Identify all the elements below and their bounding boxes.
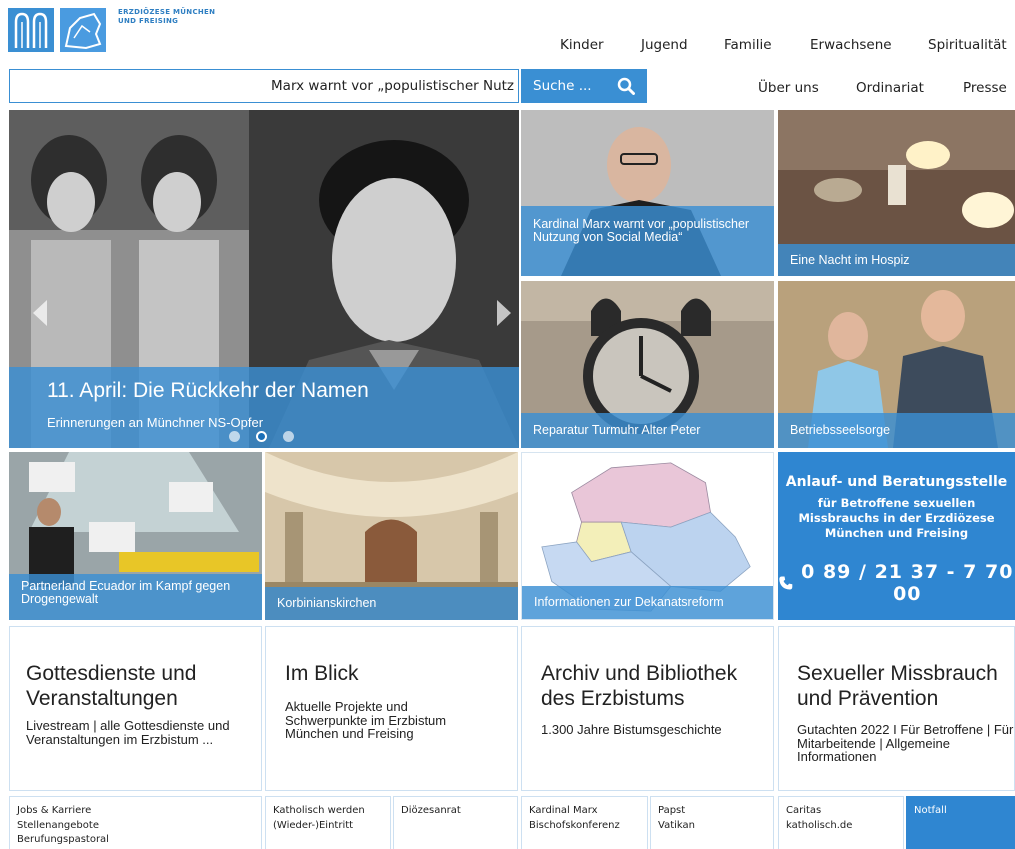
logo-line-1: ERZDIÖZESE MÜNCHEN <box>118 8 216 16</box>
slider-dots <box>229 431 294 442</box>
tile-korbinianskirchen-caption[interactable]: Korbinianskirchen <box>265 587 518 620</box>
links-kardinal: Kardinal Marx Bischofskonferenz <box>521 796 648 849</box>
box-im-blick-text: Aktuelle Projekte und Schwerpunkte im Er… <box>285 699 447 741</box>
tile-korbinianskirchen[interactable]: Korbinianskirchen <box>265 452 518 620</box>
hotline-phone[interactable]: 0 89 / 21 37 - 7 70 00 <box>778 561 1015 605</box>
tile-turmuhr[interactable]: Reparatur Turmuhr Alter Peter <box>521 281 774 448</box>
box-missbrauch[interactable]: Sexueller Missbrauch und Prävention Guta… <box>778 626 1015 791</box>
tile-dekanatsreform[interactable]: Informationen zur Dekanatsreform <box>521 452 774 620</box>
links-papst: Papst Vatikan <box>650 796 774 849</box>
links-katholisch-werden: Katholisch werden (Wieder-)Eintritt <box>265 796 391 849</box>
hero-subtitle[interactable]: Erinnerungen an Münchner NS-Opfer <box>47 415 263 430</box>
tile-marx-caption[interactable]: Kardinal Marx warnt vor „populistischer … <box>521 206 774 276</box>
search-icon[interactable] <box>617 77 635 95</box>
tile-hospiz-caption[interactable]: Eine Nacht im Hospiz <box>778 244 1015 276</box>
box-archiv-text: 1.300 Jahre Bistumsgeschichte <box>541 722 722 737</box>
tile-ecuador[interactable]: Partnerland Ecuador im Kampf gegen Droge… <box>9 452 262 620</box>
links-dioezesanrat: Diözesanrat <box>393 796 518 849</box>
nav-familie[interactable]: Familie <box>724 37 772 53</box>
map-logo-icon <box>60 8 106 52</box>
tile-dekanatsreform-caption[interactable]: Informationen zur Dekanatsreform <box>522 586 773 619</box>
link-berufungspastoral[interactable]: Berufungspastoral <box>17 833 261 848</box>
slider-dot-1[interactable] <box>229 431 240 442</box>
hotline-line-2: Missbrauchs in der Erzdiözese <box>798 511 995 525</box>
nav-spiritualitaet[interactable]: Spiritualität <box>928 37 1007 53</box>
nav-kinder[interactable]: Kinder <box>560 37 604 53</box>
tile-ecuador-caption[interactable]: Partnerland Ecuador im Kampf gegen Droge… <box>9 574 262 620</box>
phone-icon <box>779 576 793 590</box>
link-bischofskonferenz[interactable]: Bischofskonferenz <box>529 819 647 834</box>
tile-betriebsseelsorge-caption[interactable]: Betriebsseelsorge <box>778 413 1015 448</box>
hero-caption[interactable]: 11. April: Die Rückkehr der Namen Erinne… <box>9 367 519 448</box>
slider-prev-arrow-icon[interactable] <box>33 300 47 326</box>
box-gottesdienste-text: Livestream | alle Gottesdienste und Vera… <box>26 718 230 747</box>
news-ticker[interactable]: Marx warnt vor „populistischer Nutz <box>9 69 519 103</box>
cathedral-logo-icon <box>8 8 54 52</box>
slider-dot-3[interactable] <box>283 431 294 442</box>
logo-line-2: UND FREISING <box>118 17 179 25</box>
link-stellenangebote[interactable]: Stellenangebote <box>17 819 261 834</box>
box-missbrauch-title[interactable]: Sexueller Missbrauch und Prävention <box>797 661 1014 711</box>
box-archiv-title[interactable]: Archiv und Bibliothek des Erzbistums <box>541 661 773 711</box>
link-notfall[interactable]: Notfall <box>914 804 1014 819</box>
box-im-blick-title[interactable]: Im Blick <box>285 661 517 686</box>
link-jobs-karriere[interactable]: Jobs & Karriere <box>17 804 261 819</box>
link-dioezesanrat[interactable]: Diözesanrat <box>401 804 517 819</box>
hotline-box[interactable]: Anlauf- und Beratungsstelle für Betroffe… <box>778 452 1015 620</box>
links-caritas: Caritas katholisch.de <box>778 796 904 849</box>
tile-betriebsseelsorge[interactable]: Betriebsseelsorge <box>778 281 1015 448</box>
link-vatikan[interactable]: Vatikan <box>658 819 773 834</box>
link-caritas[interactable]: Caritas <box>786 804 903 819</box>
nav-presse[interactable]: Presse <box>963 80 1007 96</box>
slider-dot-2[interactable] <box>256 431 267 442</box>
box-archiv[interactable]: Archiv und Bibliothek des Erzbistums 1.3… <box>521 626 774 791</box>
tile-marx[interactable]: Kardinal Marx warnt vor „populistischer … <box>521 110 774 276</box>
box-im-blick[interactable]: Im Blick Aktuelle Projekte und Schwerpun… <box>265 626 518 791</box>
hotline-phone-number[interactable]: 0 89 / 21 37 - 7 70 00 <box>800 561 1015 605</box>
ticker-text[interactable]: Marx warnt vor „populistischer Nutz <box>271 78 514 94</box>
hotline-line-3: München und Freising <box>824 526 969 540</box>
nav-ueber-uns[interactable]: Über uns <box>758 80 819 96</box>
box-gottesdienste[interactable]: Gottesdienste und Veranstaltungen Livest… <box>9 626 262 791</box>
links-notfall[interactable]: Notfall <box>906 796 1015 849</box>
nav-ordinariat[interactable]: Ordinariat <box>856 80 924 96</box>
hotline-title: Anlauf- und Beratungsstelle <box>785 474 1008 490</box>
logo-text: ERZDIÖZESE MÜNCHEN UND FREISING <box>118 8 215 26</box>
tile-hospiz[interactable]: Eine Nacht im Hospiz <box>778 110 1015 276</box>
link-wiedereintritt[interactable]: (Wieder-)Eintritt <box>273 819 390 834</box>
box-gottesdienste-title[interactable]: Gottesdienste und Veranstaltungen <box>26 661 261 711</box>
diocese-logo[interactable]: ERZDIÖZESE MÜNCHEN UND FREISING <box>8 8 228 54</box>
search-input[interactable] <box>521 69 617 103</box>
link-papst[interactable]: Papst <box>658 804 773 819</box>
link-kardinal-marx[interactable]: Kardinal Marx <box>529 804 647 819</box>
link-katholisch-de[interactable]: katholisch.de <box>786 819 903 834</box>
nav-jugend[interactable]: Jugend <box>641 37 688 53</box>
slider-next-arrow-icon[interactable] <box>497 300 511 326</box>
nav-erwachsene[interactable]: Erwachsene <box>810 37 892 53</box>
search-box <box>521 69 647 103</box>
hotline-line-1: für Betroffene sexuellen <box>817 496 976 510</box>
box-missbrauch-text: Gutachten 2022 I Für Betroffene | Für Mi… <box>797 722 1014 764</box>
tile-turmuhr-caption[interactable]: Reparatur Turmuhr Alter Peter <box>521 413 774 448</box>
link-katholisch-werden[interactable]: Katholisch werden <box>273 804 390 819</box>
links-jobs: Jobs & Karriere Stellenangebote Berufung… <box>9 796 262 849</box>
hero-title[interactable]: 11. April: Die Rückkehr der Namen <box>47 379 369 403</box>
